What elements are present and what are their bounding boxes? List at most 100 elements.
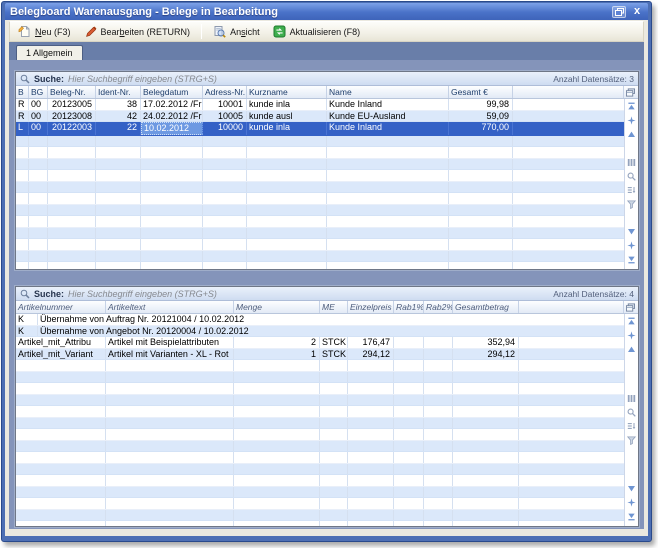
column-header-me[interactable]: ME [320,301,348,313]
go-first-icon[interactable] [627,102,637,111]
row-down-icon[interactable] [627,227,637,236]
column-header-einzelpreis[interactable]: Einzelpreis [348,301,394,313]
cell-gesamt: 99,98 [449,99,513,110]
record-count: Anzahl Datensätze: 3 [553,74,634,84]
cell-name [327,205,449,216]
cell-rab2 [424,337,453,348]
column-header-gesamt[interactable]: Gesamt € [449,86,513,98]
column-header-name[interactable]: Name [327,86,449,98]
page-down-icon[interactable] [627,498,637,507]
page-down-icon[interactable] [627,241,637,250]
go-last-icon[interactable] [627,512,637,521]
cell-adress-nr [203,205,247,216]
columns-icon[interactable] [627,158,637,167]
column-header-artikelnummer[interactable]: Artikelnummer [16,301,106,313]
go-last-icon[interactable] [627,255,637,264]
column-header-belegdatum[interactable]: Belegdatum [141,86,203,98]
page-up-icon[interactable] [627,331,637,340]
position-row[interactable]: KÜbernahme von Auftrag Nr. 20121004 / 10… [16,314,624,326]
cell-b [16,251,29,262]
position-row[interactable]: KÜbernahme von Angebot Nr. 20120004 / 10… [16,326,624,338]
sort-icon[interactable] [627,422,637,431]
view-button[interactable]: Ansicht [207,23,266,40]
new-button[interactable]: Neu (F3) [12,23,77,40]
cell-rab1 [394,360,424,371]
cell-rab2 [424,452,453,463]
row-up-icon[interactable] [627,345,637,354]
cell-gesamtbetrag [453,441,519,452]
cell-ident-nr: 22 [96,122,141,135]
cell-einzelpreis [348,464,394,475]
rail-group-mid [627,394,637,445]
cell-filler [513,111,624,122]
column-chooser-icon[interactable] [624,301,638,313]
close-icon[interactable]: x [631,6,643,18]
column-header-beleg-nr[interactable]: Beleg-Nr. [48,86,96,98]
row-down-icon[interactable] [627,484,637,493]
cell-bg: 00 [29,111,48,122]
column-header-artikeltext[interactable]: Artikeltext [106,301,234,313]
edit-button[interactable]: Bearbeiten (RETURN) [78,23,197,40]
cell-gesamtbetrag [453,418,519,429]
cell-gesamt [449,136,513,147]
position-row[interactable]: Artikel_mit_VariantArtikel mit Varianten… [16,349,624,361]
page-up-icon[interactable] [627,116,637,125]
column-header-b[interactable]: B [16,86,29,98]
cell-rab1 [394,406,424,417]
restore-icon[interactable] [612,6,626,18]
cell-artikelnummer [16,452,106,463]
cell-bg [29,239,48,250]
cell-rab2 [424,429,453,440]
filter-icon[interactable] [627,200,637,209]
cell-kurzname [247,251,327,262]
position-empty-row [16,360,624,372]
columns-icon[interactable] [627,394,637,403]
documents-search-bar[interactable]: Suche: Hier Suchbegriff eingeben (STRG+S… [16,72,638,86]
cell-artikeltext: Artikel mit Beispielattributen [106,337,234,348]
tab-allgemein[interactable]: 1 Allgemein [16,45,83,60]
positions-search-bar[interactable]: Suche: Hier Suchbegriff eingeben (STRG+S… [16,287,638,301]
document-empty-row [16,216,624,228]
cell-me [320,395,348,406]
cell-b [16,239,29,250]
document-row[interactable]: L00201220032210.02.201210000kunde inlaKu… [16,122,624,136]
window-controls: x [612,6,643,18]
column-chooser-icon[interactable] [624,86,638,98]
cell-bg [29,159,48,170]
cell-filler [513,239,624,250]
go-first-icon[interactable] [627,317,637,326]
cell-beleg-nr [48,136,96,147]
document-empty-row [16,136,624,148]
cell-ident-nr: 42 [96,111,141,122]
cell-einzelpreis [348,360,394,371]
rail-group-mid [627,158,637,209]
column-header-rab1[interactable]: Rab1% [394,301,424,313]
cell-bg [29,228,48,239]
search-icon[interactable] [627,408,637,417]
column-header-gesamtbetrag[interactable]: Gesamtbetrag [453,301,519,313]
search-icon[interactable] [627,172,637,181]
column-header-bg[interactable]: BG [29,86,48,98]
sort-icon[interactable] [627,186,637,195]
cell-me [320,521,348,526]
column-header-menge[interactable]: Menge [234,301,320,313]
cell-beleg-nr [48,182,96,193]
column-header-kurzname[interactable]: Kurzname [247,86,327,98]
filter-icon[interactable] [627,436,637,445]
cell-artikeltext [106,360,234,371]
document-row[interactable]: R00201230053817.02.2012 /Fr10001kunde in… [16,99,624,111]
cell-name [327,239,449,250]
cell-artikeltext [106,441,234,452]
column-header-rab2[interactable]: Rab2% [424,301,453,313]
column-header-adress-nr[interactable]: Adress-Nr. [203,86,247,98]
position-row[interactable]: Artikel_mit_AttribuArtikel mit Beispiela… [16,337,624,349]
column-header-ident-nr[interactable]: Ident-Nr. [96,86,141,98]
cell-gesamtbetrag [453,406,519,417]
document-row[interactable]: R00201230084224.02.2012 /Fr10005kunde au… [16,111,624,123]
row-up-icon[interactable] [627,130,637,139]
cell-rab2 [424,383,453,394]
refresh-button[interactable]: Aktualisieren (F8) [267,23,367,40]
rail-group-bot [627,227,637,264]
cell-adress-nr [203,182,247,193]
title-bar[interactable]: Belegboard Warenausgang - Belege in Bear… [5,3,648,20]
